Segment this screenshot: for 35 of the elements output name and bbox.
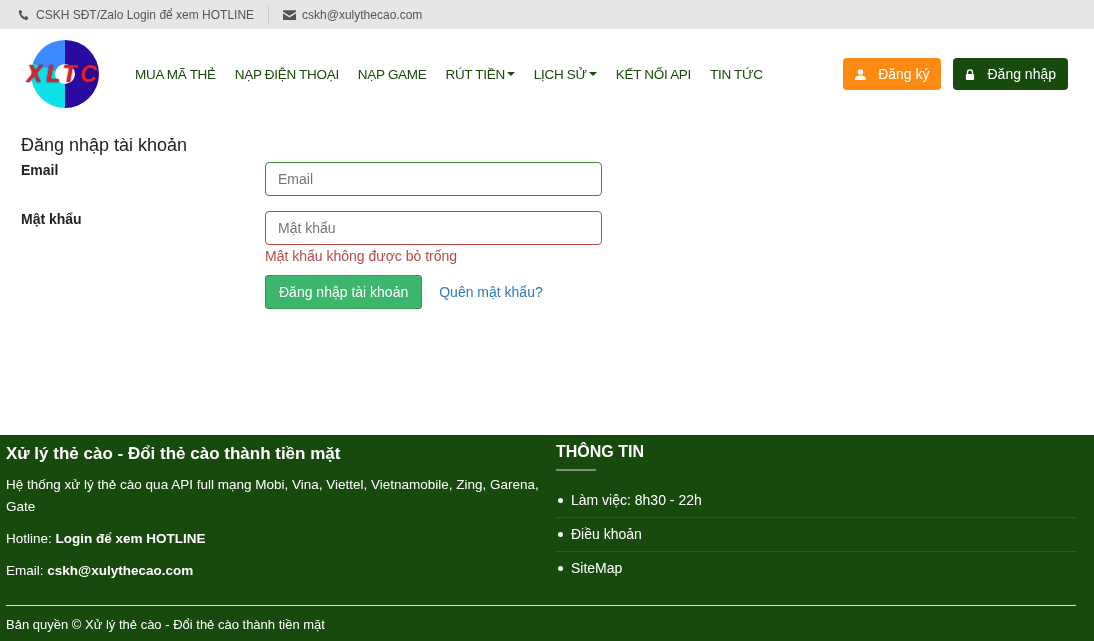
login-button[interactable]: Đăng nhập [953,58,1068,90]
nav-link[interactable]: TIN TỨC [710,66,763,82]
footer-description: Hệ thống xử lý thẻ cào qua API full mạng Mobi, Vina, Viettel, Vietnamobile, Zing, Garena, Gate [6,476,540,516]
field-label: Email [21,162,60,180]
user-icon [855,68,867,80]
caret-icon [588,72,597,76]
hotline-text: CSKH SĐT/Zalo Login để xem HOTLINE [36,7,255,22]
form-title: Đăng nhập tài khoản [21,135,189,156]
nav-link[interactable]: RÚT TIỀN [445,66,515,82]
error-message: Mật khẩu không được bỏ trống [265,248,459,264]
caret-icon [506,72,515,76]
footer-hotline: Hotline: Login để xem HOTLINE [6,530,207,548]
email-text: cskh@xulythecao.com [302,7,423,22]
envelope-icon [283,9,297,20]
input-field[interactable]: Mật khẩu [265,211,602,245]
nav-link[interactable]: KẾT NỐI API [615,66,691,82]
footer-email: Email: cskh@xulythecao.com [6,562,195,580]
nav-link[interactable]: MUA MÃ THẺ [135,66,216,82]
nav-link[interactable]: NẠP ĐIỆN THOẠI [234,66,339,82]
info-heading: THÔNG TIN [556,443,645,461]
phone-icon [18,8,30,21]
nav-link[interactable]: LỊCH SỬ [533,66,597,82]
info-link[interactable]: Điều khoản [571,526,642,542]
footer-title: Xử lý thẻ cào - Đổi thẻ cào thành tiền mặt [6,444,342,464]
input-field[interactable]: Email [265,162,602,196]
bullet-icon [558,497,563,503]
nav-link[interactable]: NẠP GAME [357,66,427,82]
field-label: Mật khẩu [21,211,83,229]
copyright-text: Bản quyền © Xử lý thẻ cào - Đổi thẻ cào thành tiền mặt [6,617,325,632]
bullet-icon [558,565,563,571]
forgot-password-link[interactable]: Quên mật khẩu? [439,284,543,300]
info-link[interactable]: Làm việc: 8h30 - 22h [571,492,702,508]
info-link[interactable]: SiteMap [571,560,623,576]
bullet-icon [558,531,563,537]
lock-icon [965,68,976,80]
